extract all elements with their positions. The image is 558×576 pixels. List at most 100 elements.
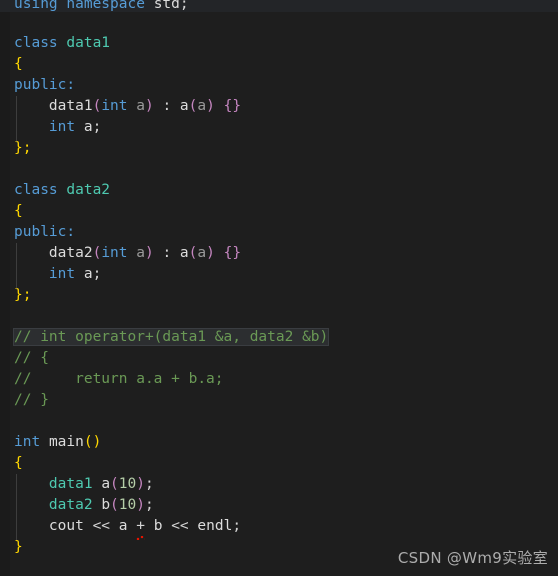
code-line[interactable]: }; xyxy=(0,138,558,159)
code-line[interactable]: // } xyxy=(0,390,558,411)
code-line[interactable]: int a; xyxy=(0,264,558,285)
code-line-blank[interactable] xyxy=(0,306,558,327)
type-data1: data1 xyxy=(48,476,93,492)
empty-body-braces: {} xyxy=(223,98,242,114)
code-line[interactable]: { xyxy=(0,453,558,474)
stream-endl: endl xyxy=(197,518,233,534)
paren-open: ( xyxy=(92,98,102,114)
parens: () xyxy=(83,434,102,450)
init-argument-a: a xyxy=(197,245,207,261)
parameter-a: a xyxy=(136,98,145,114)
code-line[interactable]: int main() xyxy=(0,432,558,453)
code-line[interactable]: data2(int a) : a(a) {} xyxy=(0,243,558,264)
variable-a: a xyxy=(101,476,111,492)
code-line[interactable]: int a; xyxy=(0,117,558,138)
error-plus-operator: + xyxy=(136,516,145,540)
code-line[interactable]: { xyxy=(0,201,558,222)
code-line[interactable]: public: xyxy=(0,75,558,96)
function-name-main: main xyxy=(48,434,84,450)
comment-close-brace: // } xyxy=(14,392,49,408)
semicolon: ; xyxy=(92,266,102,282)
code-line[interactable]: data1(int a) : a(a) {} xyxy=(0,96,558,117)
keyword-class: class xyxy=(14,35,58,51)
open-brace: { xyxy=(14,203,23,219)
code-line[interactable]: class data2 xyxy=(0,180,558,201)
code-line-blank[interactable] xyxy=(0,159,558,180)
comment-return: // return a.a + b.a; xyxy=(14,371,224,387)
code-line[interactable]: // return a.a + b.a; xyxy=(0,369,558,390)
number-literal: 10 xyxy=(118,476,137,492)
paren-close: ) xyxy=(136,497,145,513)
code-line[interactable]: data2 b(10); xyxy=(0,495,558,516)
init-colon: : xyxy=(153,245,180,261)
keyword-int: int xyxy=(48,119,76,135)
code-editor[interactable]: using namespace std; class data1 { publi… xyxy=(0,0,558,576)
init-argument-a: a xyxy=(197,98,207,114)
keyword-class: class xyxy=(14,182,58,198)
identifier-std: std xyxy=(153,0,180,12)
code-line[interactable]: using namespace std; xyxy=(0,0,558,12)
indent-guide xyxy=(16,96,17,142)
colon: : xyxy=(66,224,76,240)
code-line-blank[interactable] xyxy=(0,12,558,33)
keyword-int: int xyxy=(101,245,128,261)
type-name-data2: data2 xyxy=(66,182,111,198)
code-line[interactable]: // { xyxy=(0,348,558,369)
stream-operator: << xyxy=(92,518,111,534)
paren-open: ( xyxy=(110,497,119,513)
code-line-with-error[interactable]: cout << a + b << endl; xyxy=(0,516,558,540)
number-literal: 10 xyxy=(118,497,137,513)
constructor-name-data2: data2 xyxy=(48,245,93,261)
code-line-highlighted[interactable]: // int operator+(data1 &a, data2 &b) xyxy=(0,327,558,348)
colon: : xyxy=(66,77,76,93)
comment-open-brace: // { xyxy=(14,350,49,366)
stream-cout: cout xyxy=(48,518,84,534)
paren-open: ( xyxy=(92,245,102,261)
semicolon: ; xyxy=(179,0,189,12)
keyword-int: int xyxy=(48,266,76,282)
code-line[interactable]: class data1 xyxy=(0,33,558,54)
member-a: a xyxy=(83,119,93,135)
code-line[interactable]: { xyxy=(0,54,558,75)
keyword-public: public xyxy=(14,224,67,240)
code-line[interactable]: data1 a(10); xyxy=(0,474,558,495)
watermark: CSDN @Wm9实验室 xyxy=(397,549,548,567)
open-brace: { xyxy=(14,455,23,471)
paren-close: ) xyxy=(136,476,145,492)
code-line-blank[interactable] xyxy=(0,411,558,432)
keyword-namespace: namespace xyxy=(66,0,145,12)
member-init-a: a xyxy=(179,98,189,114)
close-brace: } xyxy=(14,539,23,555)
indent-guide xyxy=(16,474,17,540)
paren-close: ) xyxy=(144,98,154,114)
code-line[interactable]: }; xyxy=(0,285,558,306)
paren-close: ) xyxy=(144,245,154,261)
paren-close: ) xyxy=(206,98,215,114)
stream-operator: << xyxy=(171,518,189,534)
code-line[interactable]: public: xyxy=(0,222,558,243)
type-data2: data2 xyxy=(48,497,93,513)
init-colon: : xyxy=(153,98,180,114)
semicolon: ; xyxy=(232,518,242,534)
open-brace: { xyxy=(14,56,23,72)
code-content[interactable]: using namespace std; class data1 { publi… xyxy=(0,0,558,576)
paren-open: ( xyxy=(110,476,119,492)
semicolon: ; xyxy=(144,497,154,513)
semicolon: ; xyxy=(144,476,154,492)
member-a: a xyxy=(83,266,93,282)
empty-body-braces: {} xyxy=(223,245,242,261)
keyword-int: int xyxy=(14,434,41,450)
